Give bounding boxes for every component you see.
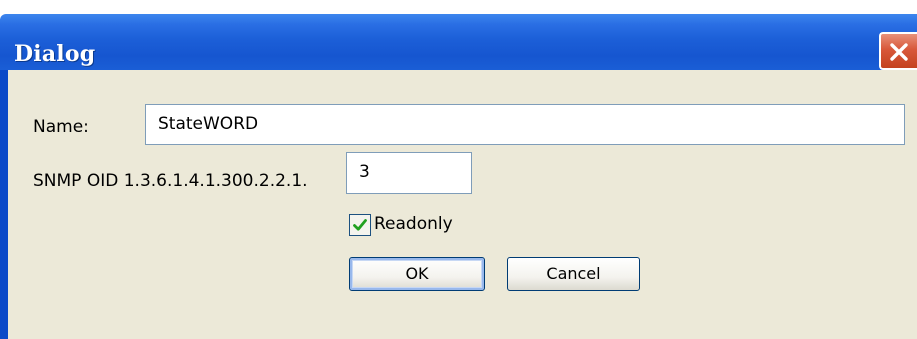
window-left-border — [0, 70, 8, 339]
dialog-window: Dialog Name: StateWORD SNMP OID 1.3.6.1.… — [0, 0, 917, 339]
close-icon — [890, 43, 908, 61]
snmp-oid-input[interactable]: 3 — [346, 152, 472, 194]
name-input[interactable]: StateWORD — [145, 104, 905, 145]
checkmark-icon — [353, 219, 367, 231]
title-bar[interactable]: Dialog — [0, 14, 917, 70]
cancel-button[interactable]: Cancel — [507, 257, 640, 291]
readonly-label[interactable]: Readonly — [374, 214, 453, 234]
readonly-checkbox[interactable] — [349, 214, 371, 236]
name-label: Name: — [33, 117, 89, 137]
window-title: Dialog — [14, 41, 96, 67]
close-button[interactable] — [879, 32, 917, 70]
ok-button[interactable]: OK — [349, 257, 485, 291]
snmp-oid-label: SNMP OID 1.3.6.1.4.1.300.2.2.1. — [33, 171, 308, 191]
